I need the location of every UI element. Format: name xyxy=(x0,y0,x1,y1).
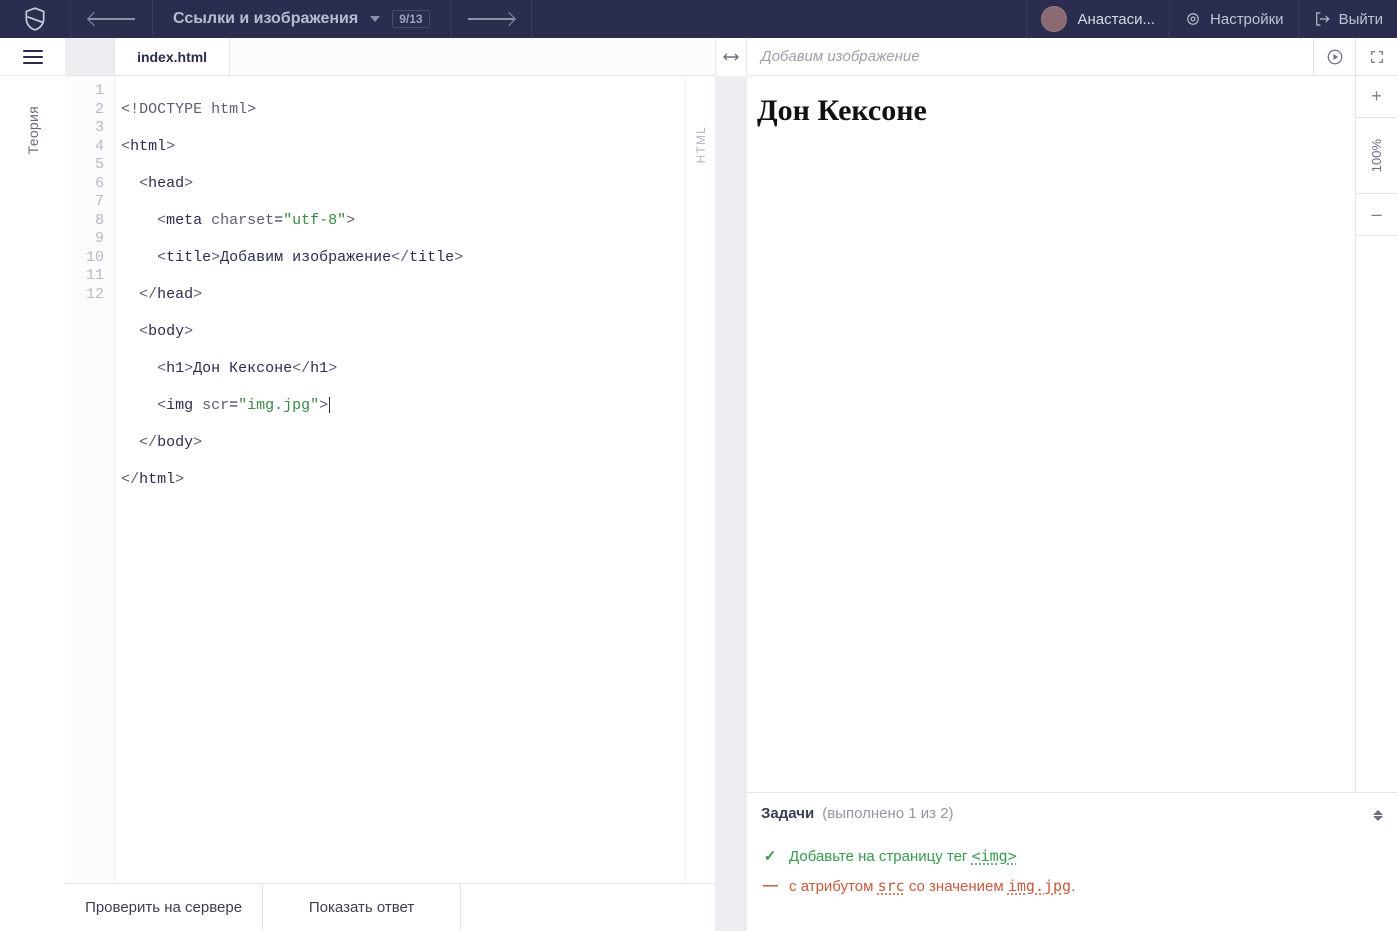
zoom-level: 100% xyxy=(1356,118,1397,194)
tasks-toggle[interactable]: Задачи (выполнено 1 из 2) xyxy=(747,793,1397,833)
collapse-icon xyxy=(1373,811,1383,820)
resize-horizontal-icon xyxy=(723,51,739,63)
theory-label[interactable]: Теория xyxy=(25,106,41,154)
expand-icon xyxy=(1369,49,1385,65)
shield-icon xyxy=(22,6,48,32)
nav-prev-button[interactable] xyxy=(71,0,153,38)
preview-panel: Добавим изображение Дон Кексоне + 100% xyxy=(747,38,1397,931)
check-icon: ✓ xyxy=(763,847,777,865)
menu-toggle-button[interactable] xyxy=(0,38,66,76)
logout-icon xyxy=(1313,10,1331,28)
dash-icon: — xyxy=(763,877,777,894)
fullscreen-button[interactable] xyxy=(1355,38,1397,76)
chevron-down-icon xyxy=(370,16,380,22)
task-row: — с атрибутом src со значением img.jpg. xyxy=(763,877,1381,895)
play-circle-icon xyxy=(1326,48,1344,66)
menu-icon xyxy=(23,50,43,64)
zoom-controls: + 100% – xyxy=(1355,76,1397,792)
task-row: ✓ Добавьте на страницу тег <img> xyxy=(763,847,1381,865)
code-editor[interactable]: 1 2 3 4 5 6 7 8 9 10 11 12 <!DOCTYPE htm… xyxy=(65,76,685,883)
code-editor-panel: index.html 1 2 3 4 5 6 7 8 9 10 xyxy=(65,38,715,931)
editor-lang-badge: HTML xyxy=(694,126,708,163)
exit-button[interactable]: Выйти xyxy=(1298,0,1397,38)
editor-tabs: index.html xyxy=(65,38,715,76)
lesson-title-dropdown[interactable]: Ссылки и изображения 9/13 xyxy=(153,10,450,28)
logo[interactable] xyxy=(0,0,71,38)
avatar xyxy=(1041,6,1067,32)
preview-title: Добавим изображение xyxy=(747,48,1313,65)
zoom-out-button[interactable]: – xyxy=(1356,194,1397,236)
theory-sidebar: Теория xyxy=(0,38,66,931)
tasks-label: Задачи xyxy=(761,805,814,822)
zoom-in-button[interactable]: + xyxy=(1356,76,1397,118)
preview-surface: Дон Кексоне xyxy=(747,76,1355,792)
user-menu[interactable]: Анастаси... xyxy=(1026,0,1169,38)
line-gutter: 1 2 3 4 5 6 7 8 9 10 11 12 xyxy=(65,76,115,883)
nav-next-button[interactable] xyxy=(450,0,532,38)
arrow-right-icon xyxy=(468,18,514,20)
editor-cursor xyxy=(329,397,330,413)
run-button[interactable] xyxy=(1313,38,1355,76)
code-content[interactable]: <!DOCTYPE html> <html> <head> <meta char… xyxy=(115,76,685,883)
tasks-progress: (выполнено 1 из 2) xyxy=(822,805,953,822)
lesson-title: Ссылки и изображения xyxy=(173,10,358,28)
split-handle[interactable] xyxy=(715,38,747,76)
settings-button[interactable]: Настройки xyxy=(1169,0,1298,38)
gear-icon xyxy=(1184,10,1202,28)
check-server-button[interactable]: Проверить на сервере xyxy=(65,884,263,931)
preview-h1: Дон Кексоне xyxy=(757,94,1345,128)
editor-footer: Проверить на сервере Показать ответ xyxy=(65,883,715,931)
app-header: Ссылки и изображения 9/13 Анастаси... На… xyxy=(0,0,1397,38)
show-answer-button[interactable]: Показать ответ xyxy=(263,884,461,931)
lesson-counter: 9/13 xyxy=(392,10,429,28)
arrow-left-icon xyxy=(89,18,135,20)
user-name: Анастаси... xyxy=(1077,11,1155,28)
tasks-panel: Задачи (выполнено 1 из 2) ✓ Добавьте на … xyxy=(747,792,1397,931)
tab-index-html[interactable]: index.html xyxy=(115,38,230,75)
